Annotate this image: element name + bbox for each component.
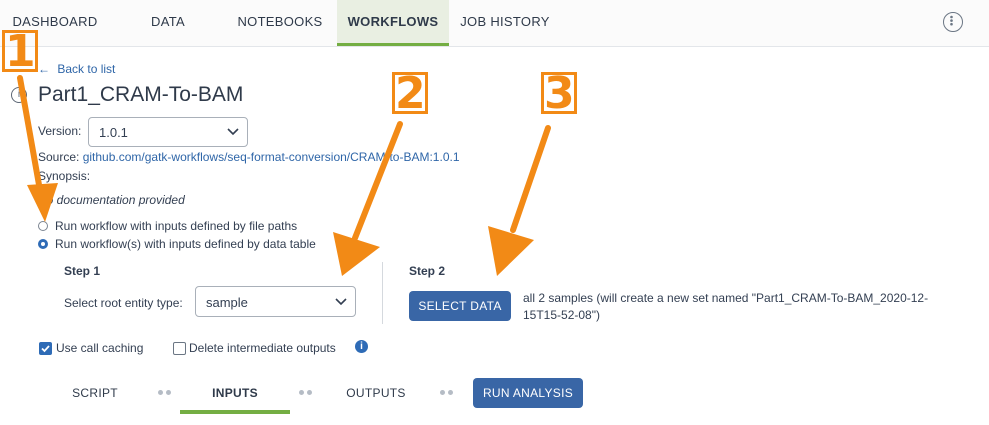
arrow-left-icon: ← — [38, 62, 50, 76]
tab-workflows[interactable]: WORKFLOWS — [337, 0, 449, 46]
call-caching-checkbox[interactable] — [39, 342, 52, 355]
source-label: Source: — [38, 150, 80, 164]
info-icon[interactable]: i — [11, 87, 27, 103]
step1-title: Step 1 — [64, 264, 101, 278]
source-link[interactable]: github.com/gatk-workflows/seq-format-con… — [83, 150, 460, 164]
select-data-button[interactable]: SELECT DATA — [409, 291, 511, 321]
version-select[interactable]: 1.0.1 — [88, 117, 248, 147]
back-link-label: Back to list — [57, 62, 116, 76]
tab-inputs[interactable]: INPUTS — [180, 378, 290, 414]
tab-notebooks[interactable]: NOTEBOOKS — [230, 0, 330, 44]
selection-line-2: 15T15-52-08") — [523, 308, 600, 322]
root-entity-select[interactable]: sample — [195, 286, 356, 317]
root-entity-value: sample — [206, 295, 248, 310]
radio-file-paths[interactable] — [38, 221, 48, 231]
arrow-3-head — [488, 226, 534, 276]
arrow-2-head — [333, 232, 380, 276]
version-value: 1.0.1 — [99, 125, 128, 140]
root-entity-label: Select root entity type: — [64, 296, 183, 310]
step2-title: Step 2 — [409, 264, 446, 278]
checkmark-icon — [41, 345, 50, 353]
callout-3: 3 — [541, 72, 577, 116]
vertical-ellipsis-icon[interactable] — [943, 12, 963, 32]
tab-job-history[interactable]: JOB HISTORY — [455, 0, 555, 44]
info-icon[interactable]: i — [355, 340, 368, 353]
source-line: Source: github.com/gatk-workflows/seq-fo… — [38, 150, 460, 164]
run-analysis-button[interactable]: RUN ANALYSIS — [473, 378, 583, 408]
chevron-down-icon — [227, 128, 239, 136]
delete-intermediate-label: Delete intermediate outputs — [189, 341, 336, 355]
tab-script[interactable]: SCRIPT — [60, 378, 130, 414]
step-divider — [382, 262, 383, 324]
radio-data-table[interactable] — [38, 239, 48, 249]
synopsis-label: Synopsis: — [38, 169, 91, 183]
separator-dots-icon — [440, 390, 454, 395]
delete-intermediate-checkbox[interactable] — [173, 342, 186, 355]
documentation-text: No documentation provided — [38, 193, 185, 207]
arrow-3-shaft — [510, 125, 551, 233]
call-caching-label: Use call caching — [56, 341, 144, 355]
workflow-title: Part1_CRAM-To-BAM — [38, 83, 244, 106]
arrow-2-shaft — [352, 121, 403, 241]
separator-dots-icon — [158, 390, 172, 395]
annotation-arrows — [17, 75, 551, 276]
option-file-paths-label: Run workflow with inputs defined by file… — [55, 219, 298, 233]
separator-dots-icon — [299, 390, 313, 395]
callout-2: 2 — [392, 72, 428, 116]
option-data-table-label: Run workflow(s) with inputs defined by d… — [55, 237, 316, 251]
tab-outputs[interactable]: OUTPUTS — [336, 378, 416, 414]
callout-1: 1 — [2, 30, 38, 74]
version-label: Version: — [38, 124, 82, 138]
selection-line-1: all 2 samples (will create a new set nam… — [523, 291, 929, 305]
tab-data[interactable]: DATA — [133, 0, 203, 44]
top-navigation: DASHBOARD DATA NOTEBOOKS WORKFLOWS JOB H… — [0, 0, 989, 47]
back-to-list-link[interactable]: ← Back to list — [38, 62, 115, 76]
chevron-down-icon — [335, 298, 347, 306]
